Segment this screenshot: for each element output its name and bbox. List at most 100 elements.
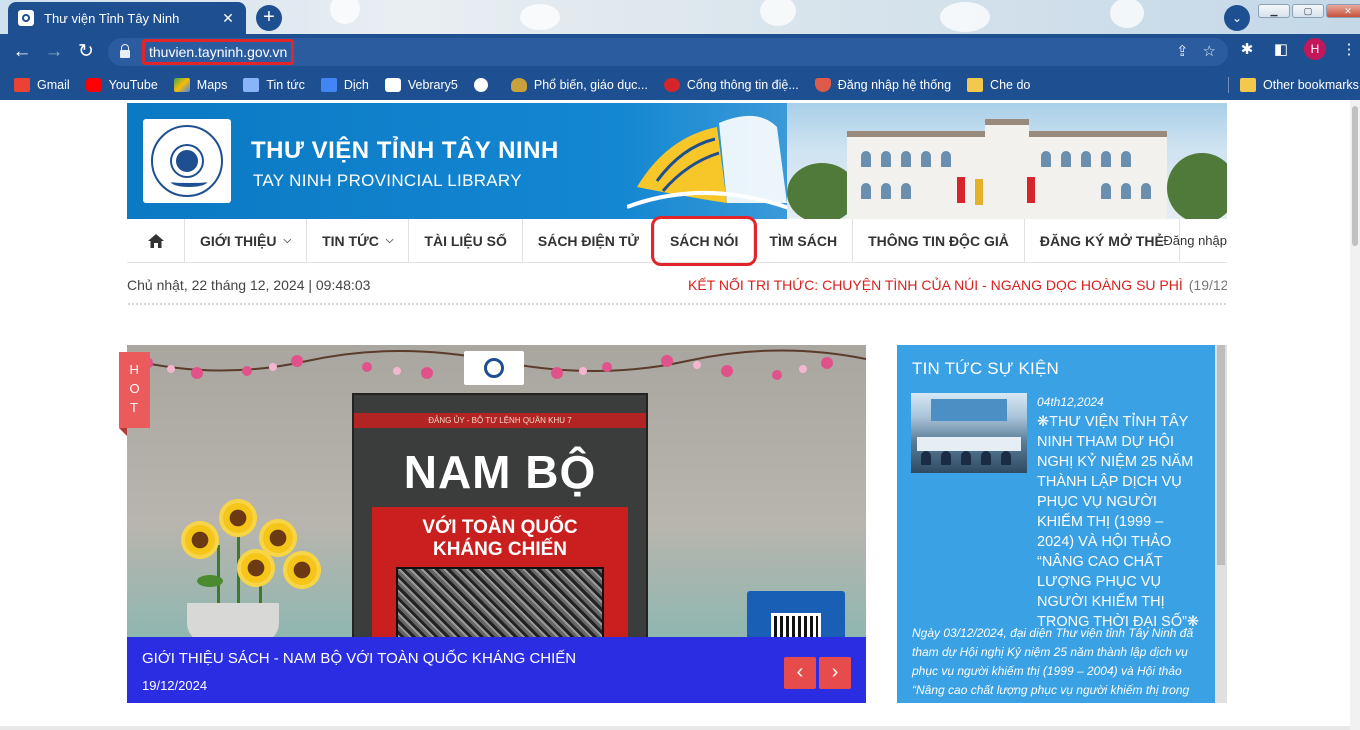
address-bar-actions: ⇪ ☆	[1176, 42, 1216, 60]
bookmark-youtube[interactable]: YouTube	[85, 78, 158, 92]
translate-icon	[320, 78, 337, 92]
nav-tim-sach[interactable]: TÌM SÁCH	[754, 218, 854, 263]
news-heading: TIN TỨC SỰ KIỆN	[912, 359, 1059, 378]
bookmarks-separator	[1228, 77, 1229, 93]
news-events-panel: TIN TỨC SỰ KIỆN 04th12,2024 ❋THƯ VIỆN TỈ…	[897, 345, 1227, 703]
nav-sach-noi[interactable]: SÁCH NÓI	[650, 215, 758, 266]
site-banner: THƯ VIỆN TỈNH TÂY NINH TAY NINH PROVINCI…	[127, 103, 1227, 219]
news-scrollbar-thumb[interactable]	[1217, 345, 1225, 565]
browser-tab-active[interactable]: Thư viện Tỉnh Tây Ninh ✕	[8, 2, 246, 34]
shield-icon	[814, 78, 831, 92]
poster-library-logo-icon	[464, 351, 524, 385]
forward-arrow-icon[interactable]: →	[38, 36, 70, 68]
nav-tai-lieu-so[interactable]: TÀI LIỆU SỐ	[409, 218, 523, 263]
library-logo[interactable]	[143, 119, 231, 203]
bookmark-pho-bien[interactable]: Phổ biến, giáo dục...	[510, 78, 648, 92]
library-building-photo	[787, 103, 1227, 219]
profile-avatar[interactable]: H	[1304, 38, 1326, 60]
bookmark-gmail[interactable]: Gmail	[14, 78, 70, 92]
news-thumbnail[interactable]	[911, 393, 1027, 473]
youtube-icon	[85, 78, 102, 92]
extensions-puzzle-icon[interactable]: ✱	[1236, 40, 1258, 58]
nav-gioi-thieu[interactable]: GIỚI THIỆU ⌵	[185, 218, 308, 263]
national-emblem-icon	[663, 78, 680, 92]
globe-icon	[473, 78, 488, 92]
background-blossom	[1110, 0, 1144, 28]
chevron-down-icon: ⌵	[283, 235, 292, 246]
news-item-title[interactable]: ❋THƯ VIỆN TỈNH TÂY NINH THAM DỰ HỘI NGHỊ…	[1037, 412, 1203, 632]
minimize-button[interactable]: ▁	[1258, 4, 1290, 18]
police-badge-icon	[510, 78, 527, 92]
site-subtitle: TAY NINH PROVINCIAL LIBRARY	[253, 171, 522, 190]
page-bottom-edge	[0, 726, 1350, 730]
nav-tin-tuc[interactable]: TIN TỨC ⌵	[307, 218, 410, 263]
tab-search-button[interactable]: ⌄	[1224, 5, 1250, 31]
slide-caption-title[interactable]: GIỚI THIỆU SÁCH - NAM BỘ VỚI TOÀN QUỐC K…	[142, 650, 576, 667]
back-arrow-icon[interactable]: ←	[6, 36, 38, 68]
poster-subtitle-1: VỚI TOÀN QUỐC	[422, 517, 578, 538]
slider-next-button[interactable]: ›	[819, 657, 851, 689]
tab-close-icon[interactable]: ✕	[220, 10, 236, 27]
folder-icon	[1240, 78, 1256, 92]
sunflower-graphic	[181, 521, 219, 559]
news-ticker[interactable]: KẾT NỐI TRI THỨC: CHUYỆN TÌNH CỦA NÚI - …	[688, 270, 1227, 300]
new-tab-button[interactable]: +	[256, 5, 282, 31]
bookmark-che-do[interactable]: Che do	[967, 78, 1030, 92]
scrollbar-thumb[interactable]	[1352, 106, 1358, 246]
site-favicon-icon	[18, 10, 34, 26]
background-blossom	[520, 4, 560, 30]
news-icon	[243, 78, 260, 92]
library-seal-icon	[151, 125, 223, 197]
main-navigation: GIỚI THIỆU ⌵ TIN TỨC ⌵ TÀI LIỆU SỐ SÁCH ĐI…	[127, 215, 1227, 266]
window-controls: ▁ ▢ ✕	[1258, 4, 1360, 18]
news-item-summary: Ngày 03/12/2024, đại diện Thư viện tỉnh …	[912, 626, 1194, 703]
bookmark-cong-thong-tin[interactable]: Cổng thông tin điệ...	[663, 78, 799, 92]
poster-subtitle-2: KHÁNG CHIẾN	[432, 539, 568, 560]
nav-dang-ky-mo-the[interactable]: ĐĂNG KÝ MỞ THẺ	[1025, 218, 1180, 263]
bookmark-dang-nhap[interactable]: Đăng nhập hệ thống	[814, 78, 951, 92]
ticker-headline[interactable]: KẾT NỐI TRI THỨC: CHUYỆN TÌNH CỦA NÚI - …	[688, 277, 1183, 293]
nav-sach-dien-tu[interactable]: SÁCH ĐIỆN TỬ	[523, 218, 655, 263]
login-link[interactable]: Đăng nhập	[1163, 233, 1227, 248]
slide-caption[interactable]: GIỚI THIỆU SÁCH - NAM BỘ VỚI TOÀN QUỐC K…	[127, 637, 866, 703]
ticker-date: (19/12/2024)	[1188, 277, 1227, 293]
maximize-button[interactable]: ▢	[1292, 4, 1324, 18]
lock-icon	[120, 43, 130, 58]
kebab-menu-icon[interactable]: ⋮	[1338, 40, 1360, 58]
toolbar-right: ✱ ◧ H ⋮	[1236, 38, 1360, 60]
sunflower-graphic	[283, 551, 321, 589]
slider-prev-button[interactable]: ‹	[784, 657, 816, 689]
date-ticker-bar: Chủ nhật, 22 tháng 12, 2024 | 09:48:03 K…	[127, 270, 1227, 300]
background-blossom	[330, 0, 360, 24]
bookmark-translate[interactable]: Dịch	[320, 78, 369, 92]
home-button[interactable]	[127, 218, 185, 263]
bookmark-globe[interactable]	[473, 78, 495, 92]
nav-thong-tin-doc-gia[interactable]: THÔNG TIN ĐỘC GIẢ	[853, 218, 1025, 263]
sunflower-graphic	[237, 549, 275, 587]
address-bar[interactable]: thuvien.tayninh.gov.vn ⇪ ☆	[108, 38, 1228, 66]
bookmarks-bar: Gmail YouTube Maps Tin tức Dịch Vebrary5…	[0, 70, 1360, 100]
gmail-icon	[14, 78, 30, 92]
poster-title: NAM BỘ	[403, 446, 597, 498]
other-bookmarks[interactable]: Other bookmarks	[1240, 70, 1359, 100]
share-icon[interactable]: ⇪	[1176, 42, 1189, 60]
vebrary-icon	[384, 78, 401, 92]
bookmark-news[interactable]: Tin tức	[243, 78, 305, 92]
page-scrollbar[interactable]	[1350, 100, 1360, 730]
reload-icon[interactable]: ↻	[70, 36, 102, 68]
bookmark-maps[interactable]: Maps	[173, 78, 227, 92]
background-blossom	[940, 2, 990, 32]
chevron-down-icon: ⌵	[385, 235, 394, 246]
slide-caption-date: 19/12/2024	[142, 678, 208, 693]
site-title: THƯ VIỆN TỈNH TÂY NINH	[251, 137, 559, 164]
chevron-right-icon: ›	[831, 661, 839, 683]
news-scrollbar[interactable]	[1215, 345, 1227, 703]
news-item-date: 04th12,2024	[1037, 395, 1104, 409]
bookmark-star-icon[interactable]: ☆	[1203, 42, 1216, 60]
side-panel-icon[interactable]: ◧	[1270, 40, 1292, 58]
browser-tab-strip: Thư viện Tỉnh Tây Ninh ✕ + ⌄ ▁ ▢ ✕	[0, 0, 1360, 34]
sunflower-graphic	[219, 499, 257, 537]
bookmark-vebrary5[interactable]: Vebrary5	[384, 78, 458, 92]
window-close-button[interactable]: ✕	[1326, 4, 1360, 18]
url-text[interactable]: thuvien.tayninh.gov.vn	[142, 39, 295, 65]
